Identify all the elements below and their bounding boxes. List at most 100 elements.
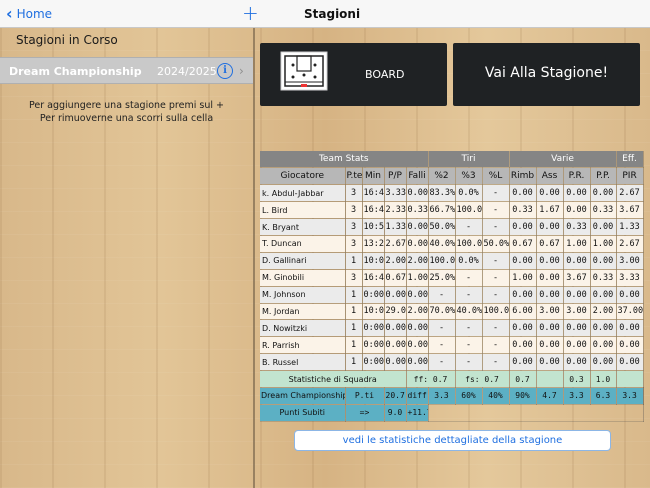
back-button[interactable]: ‹ Home bbox=[6, 5, 52, 23]
stat-cell: 0.67 bbox=[536, 235, 564, 253]
player-row[interactable]: k. Abdul-Jabbar316:413.330.0083.3%0.0%-0… bbox=[260, 184, 644, 203]
stat-cell: 0.00 bbox=[590, 218, 617, 236]
column-header: Rimb bbox=[509, 167, 537, 186]
column-header: P.R. bbox=[563, 167, 591, 186]
split-divider bbox=[253, 28, 255, 488]
stat-cell: 1.00 bbox=[590, 235, 617, 253]
season-row[interactable]: Dream Championship 2024/2025 i › bbox=[0, 57, 253, 84]
stat-cell: 0.00 bbox=[509, 353, 537, 372]
stat-cell: 0:00 bbox=[362, 286, 385, 304]
stat-cell: 16:41 bbox=[362, 201, 385, 220]
add-season-button[interactable]: + bbox=[242, 2, 259, 24]
detailed-stats-button[interactable]: vedi le statistiche dettagliate della st… bbox=[294, 430, 611, 451]
stat-cell: - bbox=[428, 336, 456, 355]
stat-cell: 0.00 bbox=[536, 336, 564, 355]
stat-cell: 0.33 bbox=[509, 201, 537, 220]
player-name: T. Duncan bbox=[260, 235, 346, 253]
stat-cell: 0.00 bbox=[384, 319, 407, 338]
team-pl: 90% bbox=[509, 387, 537, 405]
player-name: M. Johnson bbox=[260, 286, 346, 304]
team-p3: 40% bbox=[482, 387, 510, 405]
conceded-label: Punti Subiti bbox=[260, 404, 346, 422]
stat-cell: 0.00 bbox=[509, 252, 537, 270]
stat-cell: 1.00 bbox=[509, 269, 537, 287]
stat-cell: 0.67 bbox=[509, 235, 537, 253]
stat-cell: 1.67 bbox=[536, 201, 564, 220]
column-header: Falli bbox=[406, 167, 429, 186]
player-row[interactable]: D. Nowitzki 1 0:00 0.00 0.00- - -0.00 0.00 0.00 0… bbox=[260, 319, 644, 338]
board-button[interactable]: BOARD bbox=[260, 43, 447, 106]
player-row[interactable]: T. Duncan313:212.670.0040.0%100.0%50.0%0… bbox=[260, 235, 644, 253]
stat-cell: 1 bbox=[345, 286, 363, 304]
stat-cell: - bbox=[482, 336, 510, 355]
stat-cell: 0.33 bbox=[590, 201, 617, 220]
column-header: Ass bbox=[536, 167, 564, 186]
player-row[interactable]: R. Parrish 1 0:00 0.00 0.00- - -0.00 0.00 0.00 0.… bbox=[260, 336, 644, 355]
player-row[interactable]: M. Ginobili316:410.671.0025.0%--1.000.00… bbox=[260, 269, 644, 287]
stat-cell: 0.0% bbox=[455, 184, 483, 203]
stat-cell: - bbox=[428, 353, 456, 372]
stat-cell: 1 bbox=[345, 319, 363, 338]
stat-cell: 0.00 bbox=[536, 353, 564, 372]
stat-cell: 0:00 bbox=[362, 336, 385, 355]
stat-cell: 3.33 bbox=[616, 269, 644, 287]
player-name: B. Russel bbox=[260, 353, 346, 372]
stat-cell: 0.00 bbox=[509, 336, 537, 355]
stat-cell: 0.00 bbox=[616, 286, 644, 304]
player-name: k. Abdul-Jabbar bbox=[260, 184, 346, 203]
stat-cell: 100.0% bbox=[455, 201, 483, 220]
stat-cell: 3.67 bbox=[563, 269, 591, 287]
player-name: D. Gallinari bbox=[260, 252, 346, 270]
stat-cell: 100.0% bbox=[482, 303, 510, 321]
team-totals-row: Dream Championship P.ti 20.7 diff: 3.3 6… bbox=[260, 387, 644, 405]
chevron-right-icon: › bbox=[239, 64, 244, 78]
stat-cell: 0.00 bbox=[616, 319, 644, 338]
stat-cell: - bbox=[482, 353, 510, 372]
stat-cell: 1.33 bbox=[616, 218, 644, 236]
squad-ff: ff: 0.7 bbox=[406, 370, 456, 388]
player-row[interactable]: M. Jordan110:0029.002.0070.0%40.0%100.0%… bbox=[260, 303, 644, 321]
stat-cell: 83.3% bbox=[428, 184, 456, 203]
stat-cell: 0.00 bbox=[406, 286, 429, 304]
varie-header: Varie bbox=[509, 151, 617, 169]
stat-cell: 3 bbox=[345, 201, 363, 220]
player-row[interactable]: M. Johnson 1 0:00 0.00 0.00- - -0.00 0.00 0.00 0.… bbox=[260, 286, 644, 304]
stat-cell: - bbox=[482, 269, 510, 287]
stat-cell: 40.0% bbox=[428, 235, 456, 253]
column-header: %2 bbox=[428, 167, 456, 186]
info-icon[interactable]: i bbox=[217, 63, 233, 79]
player-name: M. Jordan bbox=[260, 303, 346, 321]
stat-cell: 3.00 bbox=[536, 303, 564, 321]
board-label: BOARD bbox=[365, 68, 405, 81]
player-name: D. Nowitzki bbox=[260, 319, 346, 338]
stat-cell: 0.00 bbox=[616, 336, 644, 355]
player-row[interactable]: K. Bryant310:551.330.0050.0%--0.000.000.… bbox=[260, 218, 644, 236]
stat-cell: - bbox=[455, 336, 483, 355]
stat-cell: 1 bbox=[345, 252, 363, 270]
player-name: M. Ginobili bbox=[260, 269, 346, 287]
team-v2: 3.3 bbox=[428, 387, 456, 405]
player-row[interactable]: L. Bird316:412.330.3366.7%100.0%-0.331.6… bbox=[260, 201, 644, 220]
stat-cell: 1.00 bbox=[563, 235, 591, 253]
stat-cell: 10:00 bbox=[362, 252, 385, 270]
stat-cell: 0.00 bbox=[536, 319, 564, 338]
team-stats-table: Team Stats Tiri Varie Eff. Giocatore P.te… bbox=[260, 151, 644, 422]
stat-cell: 1 bbox=[345, 353, 363, 372]
stat-cell: 3 bbox=[345, 218, 363, 236]
player-row[interactable]: D. Gallinari110:002.002.00100.0%0.0%-0.0… bbox=[260, 252, 644, 270]
column-header-row: Giocatore P.te Min P/P Falli %2 %3 %L Rimb Ass P.R… bbox=[260, 167, 644, 186]
go-to-season-button[interactable]: Vai Alla Stagione! bbox=[453, 43, 640, 106]
stat-cell: - bbox=[482, 252, 510, 270]
stat-cell: 3.00 bbox=[616, 252, 644, 270]
stat-cell: 0.00 bbox=[590, 252, 617, 270]
stat-cell: - bbox=[428, 319, 456, 338]
stat-cell: 0.00 bbox=[616, 353, 644, 372]
player-row[interactable]: B. Russel 1 0:00 0.00 0.00- - -0.00 0.00 0.00 0.0… bbox=[260, 353, 644, 372]
court-icon bbox=[280, 51, 328, 91]
stat-cell: 13:21 bbox=[362, 235, 385, 253]
hint-line-add: Per aggiungere una stagione premi sul + bbox=[29, 100, 224, 111]
stat-cell: 0.00 bbox=[406, 218, 429, 236]
stat-cell: 0.00 bbox=[509, 286, 537, 304]
season-year: 2024/2025 bbox=[157, 65, 217, 78]
stat-cell: - bbox=[455, 286, 483, 304]
